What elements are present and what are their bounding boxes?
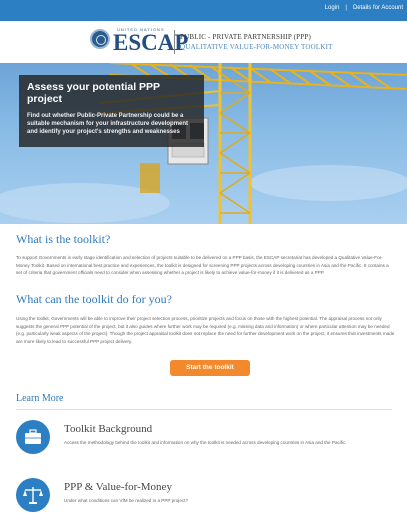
hero-description: Find out whether Public-Private Partners… (27, 113, 189, 135)
start-toolkit-button[interactable]: Start the toolkit (170, 360, 250, 376)
account-links: Login | Details for Account (325, 5, 403, 11)
hero-callout: Assess your potential PPP project Find o… (19, 75, 204, 147)
what-is-heading: What is the toolkit? (16, 232, 111, 246)
account-details-link[interactable]: Details for Account (353, 5, 403, 11)
can-do-heading: What can the toolkit do for you? (16, 292, 172, 306)
site-title-line2: QUALITATIVE VALUE-FOR-MONEY TOOLKIT (180, 43, 333, 51)
un-emblem-icon (90, 29, 110, 49)
scales-icon[interactable] (16, 478, 50, 512)
learn-more-heading: Learn More (16, 393, 64, 404)
login-link[interactable]: Login (325, 5, 340, 11)
hero-title: Assess your potential PPP project (27, 81, 160, 105)
top-nav-bar: Login | Details for Account (0, 0, 407, 21)
toolkit-background-desc: Access the methodology behind the toolki… (64, 440, 347, 445)
site-title-line1: PUBLIC - PRIVATE PARTNERSHIP (PPP) (180, 33, 311, 41)
link-divider: | (345, 5, 347, 11)
toolkit-background-link[interactable]: Toolkit Background (64, 423, 152, 435)
what-is-text: To support Governments in early stage id… (16, 255, 389, 275)
logo-divider (174, 30, 175, 54)
ppp-vfm-link[interactable]: PPP & Value-for-Money (64, 481, 172, 493)
site-header: UNITED NATIONS ESCAP PUBLIC - PRIVATE PA… (0, 21, 407, 63)
ppp-vfm-desc: Under what conditions can VfM be realize… (64, 498, 189, 503)
escap-logo[interactable]: ESCAP (113, 30, 188, 56)
can-do-text: Using the toolkit, Governments will be a… (16, 316, 395, 344)
learn-more-divider (16, 409, 392, 410)
briefcase-icon[interactable] (16, 420, 50, 454)
hero-banner: Assess your potential PPP project Find o… (0, 63, 407, 224)
